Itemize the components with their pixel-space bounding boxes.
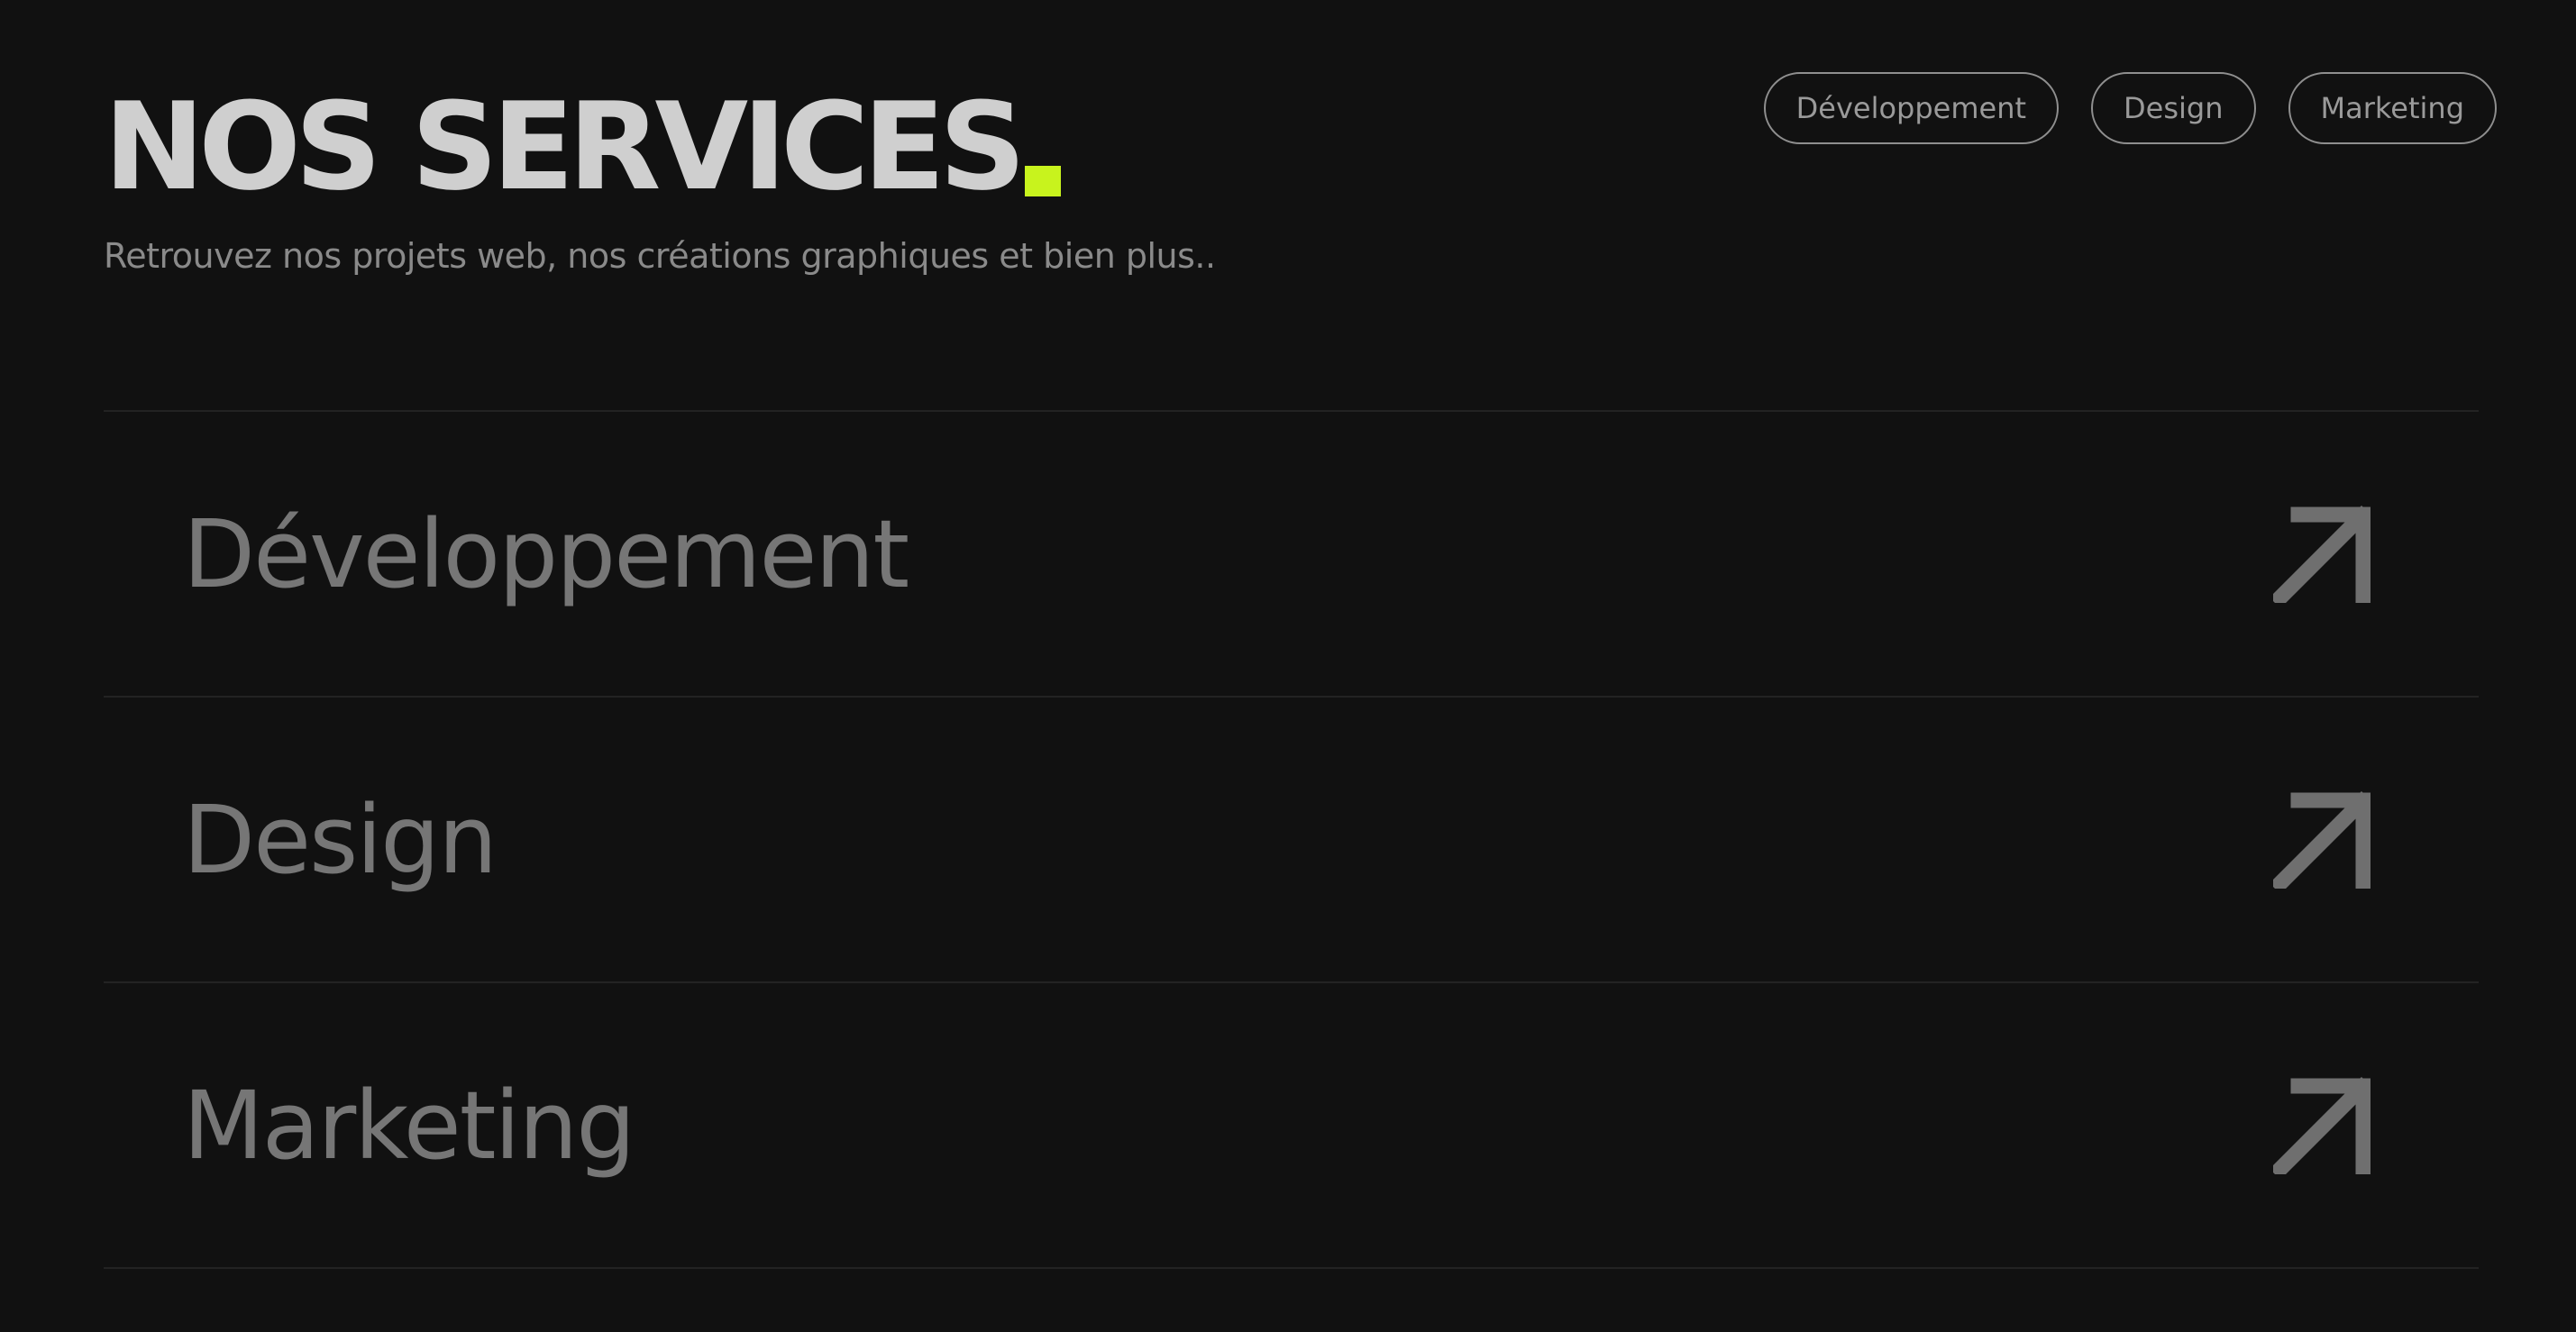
accent-square-icon <box>1025 166 1062 196</box>
service-label: Développement <box>183 498 909 609</box>
arrow-up-right-icon <box>2273 790 2370 889</box>
filter-chip-developpement[interactable]: Développement <box>1763 72 2060 144</box>
page-title: NOS SERVICES <box>104 77 1026 217</box>
services-list: Développement Design Marketing <box>104 410 2479 1269</box>
arrow-up-right-icon <box>2273 1076 2370 1174</box>
service-label: Design <box>183 784 498 895</box>
service-filter-tabs: Développement Design Marketing <box>1763 72 2497 144</box>
service-row-design[interactable]: Design <box>104 698 2479 983</box>
filter-chip-design[interactable]: Design <box>2091 72 2256 144</box>
page-subtitle: Retrouvez nos projets web, nos créations… <box>104 236 1216 276</box>
service-row-marketing[interactable]: Marketing <box>104 983 2479 1269</box>
arrow-up-right-icon <box>2273 505 2370 603</box>
service-row-developpement[interactable]: Développement <box>104 412 2479 698</box>
title-group: NOS SERVICES <box>104 72 1062 217</box>
filter-chip-marketing[interactable]: Marketing <box>2288 72 2497 144</box>
service-label: Marketing <box>183 1070 635 1181</box>
